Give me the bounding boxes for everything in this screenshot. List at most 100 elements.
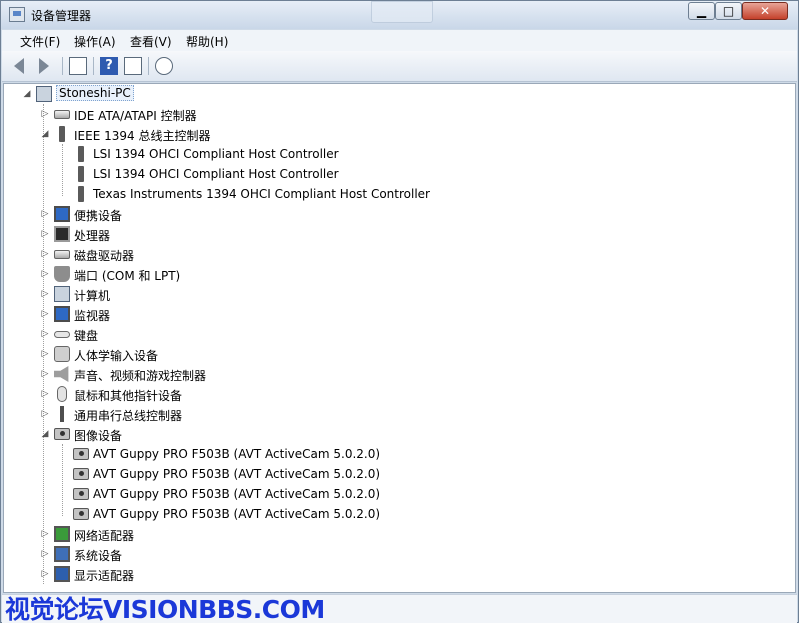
sound-icon — [54, 366, 69, 382]
mouse-icon — [57, 386, 67, 402]
tree-node-label: 键盘 — [74, 329, 99, 343]
tree-node-label: 计算机 — [74, 289, 111, 303]
collapse-arrow-icon[interactable]: ◢ — [22, 88, 32, 100]
usb-icon — [60, 406, 64, 422]
imaging-device-icon — [54, 428, 70, 440]
expand-arrow-icon[interactable]: ▷ — [40, 328, 50, 340]
expand-arrow-icon[interactable]: ▷ — [40, 108, 50, 120]
menu-action[interactable]: 操作(A) — [74, 33, 116, 50]
help-icon[interactable]: ? — [100, 57, 118, 75]
close-icon: ✕ — [759, 4, 771, 18]
ieee1394-device-icon — [78, 166, 84, 182]
expand-arrow-icon[interactable]: ▷ — [40, 308, 50, 320]
toolbar-separator — [62, 57, 63, 75]
title-bar[interactable]: 设备管理器 ▁ □ ✕ — [1, 1, 798, 29]
window-title: 设备管理器 — [31, 9, 92, 23]
tree-node-label: 便携设备 — [74, 209, 123, 223]
expand-arrow-icon[interactable]: ▷ — [40, 548, 50, 560]
expand-arrow-icon[interactable]: ▷ — [40, 228, 50, 240]
disk-drive-icon — [54, 250, 70, 259]
camera-icon — [73, 508, 89, 520]
maximize-icon: □ — [722, 4, 735, 18]
tree-node-label: LSI 1394 OHCI Compliant Host Controller — [93, 147, 339, 161]
menu-bar: 文件(F) 操作(A) 查看(V) 帮助(H) — [2, 30, 797, 51]
network-adapter-icon — [54, 526, 70, 542]
tree-node-label: AVT Guppy PRO F503B (AVT ActiveCam 5.0.2… — [93, 487, 381, 501]
maximize-button[interactable]: □ — [715, 2, 742, 20]
tree-node-label: 系统设备 — [74, 549, 123, 563]
expand-arrow-icon[interactable]: ▷ — [40, 368, 50, 380]
watermark-text: 视觉论坛VISIONBBS.COM — [5, 595, 325, 624]
expand-arrow-icon[interactable]: ▷ — [40, 288, 50, 300]
tree-node-label: 显示适配器 — [74, 569, 135, 583]
keyboard-icon — [54, 331, 70, 338]
device-manager-icon — [9, 7, 25, 22]
expand-arrow-icon[interactable]: ▷ — [40, 208, 50, 220]
menu-view[interactable]: 查看(V) — [130, 33, 172, 50]
tree-node-label: IEEE 1394 总线主控制器 — [74, 129, 211, 143]
minimize-icon: ▁ — [696, 4, 707, 18]
toolbar: ? — [2, 51, 797, 82]
toolbar-separator — [148, 57, 149, 75]
tree-node-label: 鼠标和其他指针设备 — [74, 389, 183, 403]
expand-arrow-icon[interactable]: ▷ — [40, 568, 50, 580]
tree-node-label: 通用串行总线控制器 — [74, 409, 183, 423]
expand-arrow-icon[interactable]: ▷ — [40, 248, 50, 260]
tree-node-label: Texas Instruments 1394 OHCI Compliant Ho… — [93, 187, 430, 201]
tree-node-label: 声音、视频和游戏控制器 — [74, 369, 207, 383]
show-hide-tree-icon[interactable] — [69, 57, 87, 75]
expand-arrow-icon[interactable]: ▷ — [40, 408, 50, 420]
portable-device-icon — [54, 206, 70, 222]
forward-arrow-icon[interactable] — [39, 58, 49, 74]
tree-node-label: 磁盘驱动器 — [74, 249, 135, 263]
tree-node-label: AVT Guppy PRO F503B (AVT ActiveCam 5.0.2… — [93, 467, 381, 481]
system-device-icon — [54, 546, 70, 562]
tree-connector-line — [43, 104, 44, 584]
expand-arrow-icon[interactable]: ▷ — [40, 388, 50, 400]
tree-node-label: IDE ATA/ATAPI 控制器 — [74, 109, 197, 123]
collapse-arrow-icon[interactable]: ◢ — [40, 428, 50, 440]
device-tree[interactable]: ◢ Stoneshi-PC ▷ IDE ATA/ATAPI 控制器 ◢ IEEE 13… — [3, 83, 796, 593]
tree-node-label: 端口 (COM 和 LPT) — [74, 269, 181, 283]
back-arrow-icon[interactable] — [14, 58, 24, 74]
camera-icon — [73, 488, 89, 500]
expand-arrow-icon[interactable]: ▷ — [40, 268, 50, 280]
close-button[interactable]: ✕ — [742, 2, 788, 20]
camera-icon — [73, 468, 89, 480]
computer-icon — [54, 286, 70, 302]
tree-node-label: LSI 1394 OHCI Compliant Host Controller — [93, 167, 339, 181]
ieee1394-icon — [59, 126, 65, 142]
ide-controller-icon — [54, 110, 70, 119]
tree-node-label: AVT Guppy PRO F503B (AVT ActiveCam 5.0.2… — [93, 447, 381, 461]
device-manager-window: 设备管理器 ▁ □ ✕ 文件(F) 操作(A) 查看(V) 帮助(H) ? ◢ … — [0, 0, 799, 623]
menu-file[interactable]: 文件(F) — [20, 33, 60, 50]
title-bar-ghost-control — [371, 1, 433, 23]
tree-node-label: 人体学输入设备 — [74, 349, 159, 363]
minimize-button[interactable]: ▁ — [688, 2, 715, 20]
camera-icon — [73, 448, 89, 460]
tree-node-label: 处理器 — [74, 229, 111, 243]
collapse-arrow-icon[interactable]: ◢ — [40, 128, 50, 140]
expand-arrow-icon[interactable]: ▷ — [40, 348, 50, 360]
display-adapter-icon — [54, 566, 70, 582]
properties-icon[interactable] — [124, 57, 142, 75]
tree-node-label: 监视器 — [74, 309, 111, 323]
monitor-icon — [54, 306, 70, 322]
scan-hardware-icon[interactable] — [155, 57, 173, 75]
hid-icon — [54, 346, 70, 362]
expand-arrow-icon[interactable]: ▷ — [40, 528, 50, 540]
tree-node-label: 网络适配器 — [74, 529, 135, 543]
tree-node-label: 图像设备 — [74, 429, 123, 443]
menu-help[interactable]: 帮助(H) — [186, 33, 228, 50]
processor-icon — [54, 226, 70, 242]
toolbar-separator — [93, 57, 94, 75]
root-label: Stoneshi-PC — [56, 85, 134, 101]
tree-node-label: AVT Guppy PRO F503B (AVT ActiveCam 5.0.2… — [93, 507, 381, 521]
